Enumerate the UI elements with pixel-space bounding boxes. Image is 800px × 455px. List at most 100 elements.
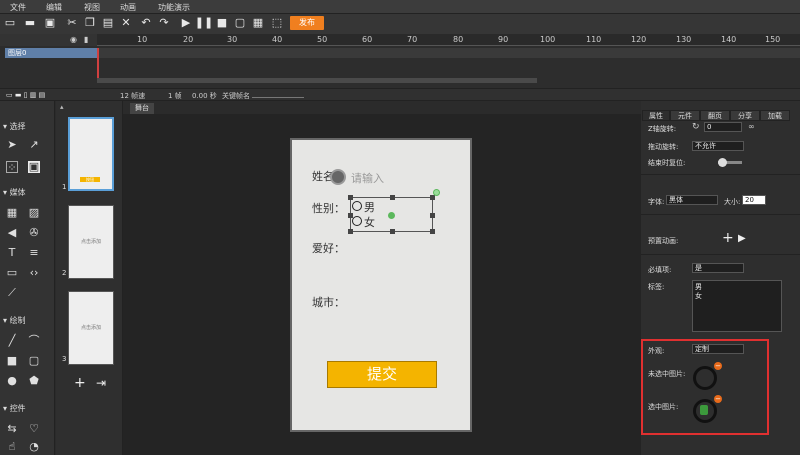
code-icon[interactable]: ‹›: [28, 267, 40, 279]
chart-icon[interactable]: ⟋: [6, 287, 18, 299]
rounded-rect-icon[interactable]: ▢: [28, 355, 40, 367]
menu-edit[interactable]: 编辑: [46, 2, 62, 13]
redo-icon[interactable]: ↷: [158, 17, 170, 29]
hand-icon[interactable]: ☝: [6, 441, 18, 453]
audio-icon[interactable]: ◀: [6, 227, 18, 239]
ruler-tick: 20: [183, 35, 194, 44]
pointer-icon[interactable]: ➤: [6, 139, 18, 151]
insert-page-icon[interactable]: ⇥: [96, 376, 106, 390]
curve-icon[interactable]: ⌒: [28, 335, 40, 347]
link-icon[interactable]: ∞: [748, 122, 755, 131]
resize-handle[interactable]: [390, 195, 395, 200]
menu-view[interactable]: 视图: [84, 2, 100, 13]
add-page-icon[interactable]: +: [74, 375, 86, 391]
name-input[interactable]: 请输入: [351, 170, 384, 186]
menu-file[interactable]: 文件: [10, 2, 26, 13]
section-draw[interactable]: ▾ 绘制: [3, 315, 26, 326]
menu-animation[interactable]: 动画: [120, 2, 136, 13]
timeline-ruler[interactable]: 10 20 30 40 50 60 70 80 90 100 110 120 1…: [97, 34, 800, 46]
tab-pageflip[interactable]: 翻页: [700, 110, 730, 121]
divider: [641, 254, 800, 255]
circle-icon[interactable]: ●: [6, 375, 18, 387]
heart-icon[interactable]: ♡: [28, 423, 40, 435]
timeline-scrollbar[interactable]: [97, 78, 537, 83]
timer-icon[interactable]: ◔: [28, 441, 40, 453]
undo-icon[interactable]: ↶: [140, 17, 152, 29]
tab-properties[interactable]: 属性: [642, 110, 670, 121]
selection-box[interactable]: [348, 189, 440, 234]
publish-icon[interactable]: ⬚: [271, 17, 283, 29]
submit-button[interactable]: 提交: [327, 361, 437, 388]
image-icon[interactable]: ▨: [28, 207, 40, 219]
tab-components[interactable]: 元件: [670, 110, 700, 121]
lock-icon[interactable]: ▮: [84, 35, 88, 44]
section-select[interactable]: ▾ 选择: [3, 121, 26, 132]
size-input[interactable]: 20: [742, 195, 766, 205]
anchor-point[interactable]: [388, 212, 395, 219]
eye-icon[interactable]: ◉: [70, 35, 77, 44]
font-select[interactable]: 黑体: [666, 195, 718, 205]
transform-icon[interactable]: ▣: [28, 161, 40, 173]
rotate-handle[interactable]: [433, 189, 440, 196]
grid-icon[interactable]: ▦: [6, 207, 18, 219]
reset-toggle-knob[interactable]: [718, 158, 727, 167]
section-controls[interactable]: ▾ 控件: [3, 403, 26, 414]
pentagon-icon[interactable]: ⬟: [28, 375, 40, 387]
paragraph-icon[interactable]: ≡: [28, 247, 40, 259]
image-placeholder-icon: [330, 169, 346, 185]
stop-icon[interactable]: ■: [216, 17, 228, 29]
playhead[interactable]: [97, 48, 99, 78]
resize-handle[interactable]: [430, 229, 435, 234]
layer-row[interactable]: 图层0: [5, 48, 97, 58]
play-icon[interactable]: ▶: [180, 17, 192, 29]
keyframe-name-input[interactable]: [252, 97, 304, 98]
z-rotation-input[interactable]: 0: [704, 122, 742, 132]
section-media[interactable]: ▾ 媒体: [3, 187, 26, 198]
add-layer-icon[interactable]: ▭ ▬ ▯ ▥ ▤: [6, 91, 45, 99]
cut-icon[interactable]: ✂: [66, 17, 78, 29]
multi-select-icon[interactable]: ⁘: [6, 161, 18, 174]
line-icon[interactable]: ╱: [6, 335, 18, 347]
path-select-icon[interactable]: ↗: [28, 139, 40, 151]
tags-textarea[interactable]: 男 女: [692, 280, 782, 332]
play-animation-icon[interactable]: ▶: [738, 233, 746, 244]
copy-icon[interactable]: ❐: [84, 17, 96, 29]
highlight-box: [641, 339, 769, 435]
resize-handle[interactable]: [390, 229, 395, 234]
add-animation-icon[interactable]: +: [722, 230, 734, 246]
resize-handle[interactable]: [348, 195, 353, 200]
open-folder-icon[interactable]: ▬: [24, 17, 36, 29]
resize-handle[interactable]: [348, 229, 353, 234]
toggle-icon[interactable]: ⇆: [6, 423, 18, 435]
page-thumbnail[interactable]: 按钮: [68, 117, 114, 191]
required-select[interactable]: 是: [692, 263, 744, 273]
menu-demo[interactable]: 功能演示: [158, 2, 190, 13]
paste-icon[interactable]: ▤: [102, 17, 114, 29]
z-rotation-label: Z轴旋转:: [648, 125, 677, 133]
tab-stage[interactable]: 舞台: [130, 103, 154, 114]
tab-share[interactable]: 分享: [730, 110, 760, 121]
tab-loading[interactable]: 加载: [760, 110, 790, 121]
page-number: 1: [62, 183, 67, 191]
timeline-track[interactable]: [97, 48, 800, 58]
video-icon[interactable]: ✇: [28, 227, 40, 239]
publish-button[interactable]: 发布: [290, 16, 324, 30]
pause-icon[interactable]: ❚❚: [195, 17, 213, 29]
text-icon[interactable]: T: [6, 247, 18, 259]
fps-value[interactable]: 12 帧速: [120, 91, 145, 101]
save-icon[interactable]: ▣: [44, 17, 56, 29]
comment-icon[interactable]: ▭: [6, 267, 18, 279]
page-scroll-icon[interactable]: ▴: [60, 103, 64, 111]
resize-handle[interactable]: [430, 213, 435, 218]
qrcode-icon[interactable]: ▦: [252, 17, 264, 29]
rectangle-icon[interactable]: ■: [6, 355, 18, 367]
page-thumbnail[interactable]: 点击添加: [68, 205, 114, 279]
radio-female[interactable]: [352, 216, 362, 226]
radio-male[interactable]: [352, 201, 362, 211]
new-file-icon[interactable]: ▭: [4, 17, 16, 29]
page-thumbnail[interactable]: 点击添加: [68, 291, 114, 365]
preview-icon[interactable]: ▢: [234, 17, 246, 29]
section-label: 绘制: [9, 316, 26, 325]
delete-icon[interactable]: ✕: [120, 17, 132, 29]
drag-rotate-select[interactable]: 不允许: [692, 141, 744, 151]
